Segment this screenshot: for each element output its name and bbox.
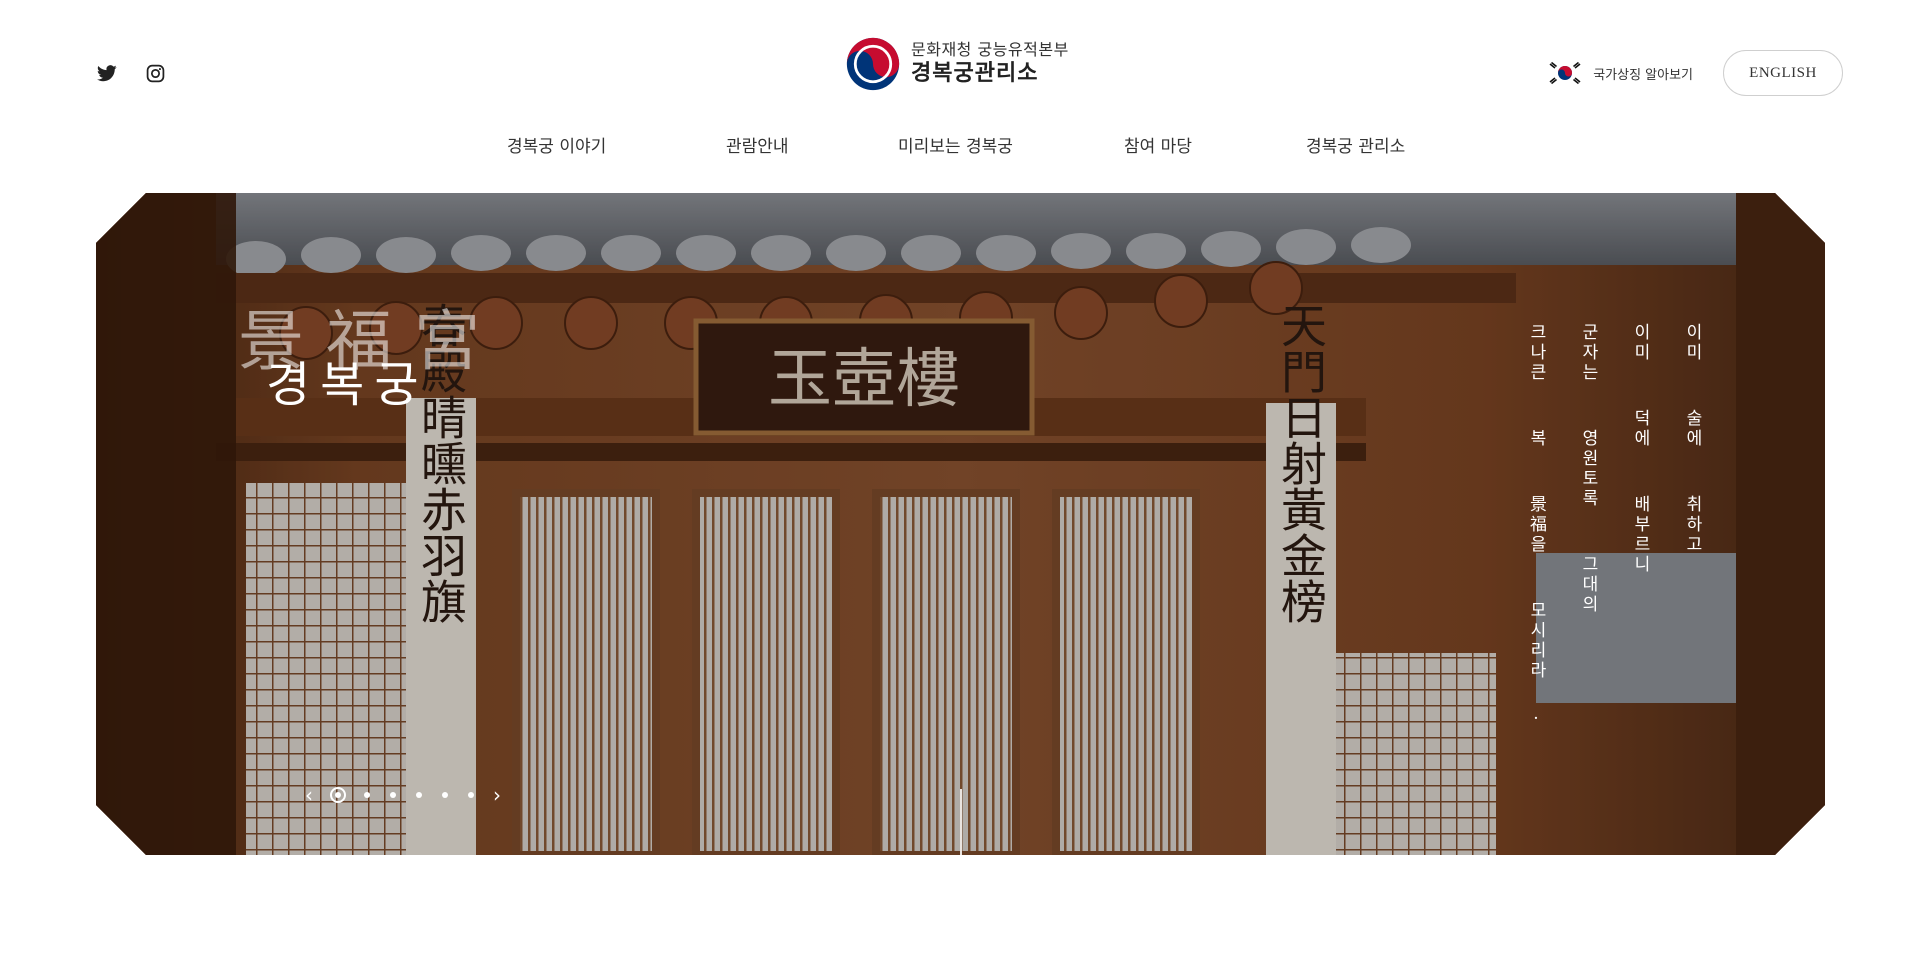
slider-controls: ‹ › [296,783,510,807]
slide-dot-2[interactable] [364,792,370,798]
site-header: 문화재청 궁능유적본부 경복궁관리소 국가상징 알아보기 ENGLISH 경복궁… [0,0,1921,157]
main-navigation: 경복궁 이야기 관람안내 미리보는 경복궁 참여 마당 경복궁 관리소 [0,132,1921,162]
korean-flag-icon [1549,61,1581,85]
english-button[interactable]: ENGLISH [1723,50,1843,96]
taegeuk-emblem-icon [846,37,900,91]
nav-item-management-office[interactable]: 경복궁 관리소 [1306,132,1405,157]
prev-slide-button[interactable]: ‹ [296,783,322,807]
poem-line-4: 크나큰 복 景福을 모시리라 . [1526,323,1546,727]
hero-poem: 이미 술에 취하고 이미 덕에 배부르니 군자는 영원토록 그대의 크나큰 복 … [1521,323,1707,727]
slide-dot-3[interactable] [390,792,396,798]
slide-dot-1[interactable] [330,787,346,803]
social-links [96,62,166,84]
nav-item-participation[interactable]: 참여 마당 [1124,132,1192,157]
slide-dot-4[interactable] [416,792,422,798]
nav-item-preview[interactable]: 미리보는 경복궁 [898,132,1013,157]
nav-item-visit-guide[interactable]: 관람안내 [726,132,789,157]
logo-subtitle: 문화재청 궁능유적본부 [911,40,1069,59]
national-symbol-label: 국가상징 알아보기 [1593,67,1693,83]
site-logo[interactable]: 문화재청 궁능유적본부 경복궁관리소 [845,36,1069,92]
instagram-icon[interactable] [144,62,166,84]
twitter-icon[interactable] [96,62,118,84]
next-slide-button[interactable]: › [484,783,510,807]
slide-dot-5[interactable] [442,792,448,798]
logo-title: 경복궁관리소 [911,61,1039,86]
poem-line-2: 이미 덕에 배부르니 [1630,323,1650,575]
scroll-indicator [960,789,962,855]
poem-line-1: 이미 술에 취하고 [1682,323,1702,555]
nav-item-story[interactable]: 경복궁 이야기 [507,132,606,157]
poem-line-3: 군자는 영원토록 그대의 [1578,323,1598,615]
hero-title: 경복궁 [266,357,429,413]
utility-menu: 국가상징 알아보기 ENGLISH [1547,50,1843,96]
hero-slider: 玉壺樓 春殿晴曛赤羽旗 天門日射黃金榜 景福宮 경복궁 이미 술에 취하고 이미… [96,193,1825,855]
national-symbol-link[interactable]: 국가상징 알아보기 [1547,59,1693,87]
slide-dot-6[interactable] [468,792,474,798]
